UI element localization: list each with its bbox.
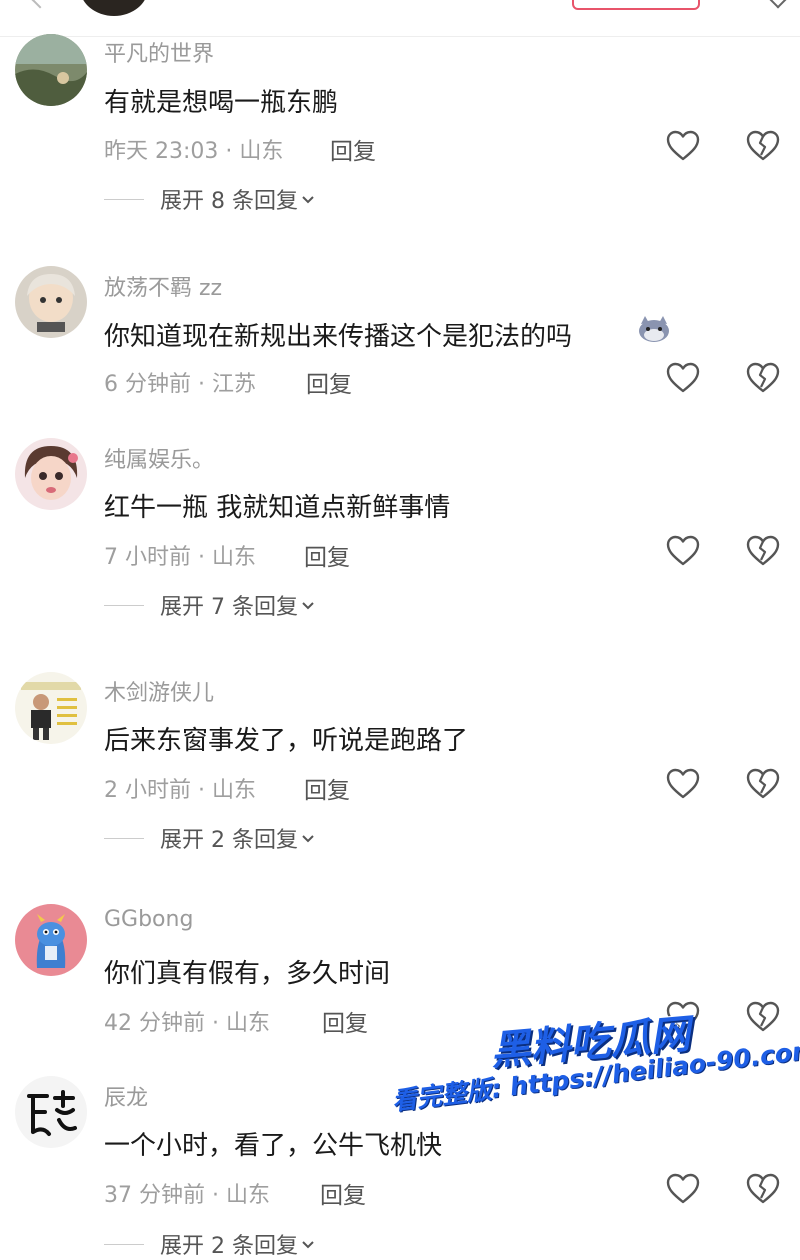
reply-button[interactable]: 回复	[322, 1004, 368, 1038]
heart-icon[interactable]	[665, 766, 701, 802]
heart-icon[interactable]	[665, 128, 701, 164]
avatar[interactable]	[15, 438, 87, 510]
avatar[interactable]	[15, 672, 87, 744]
comment-meta: 42 分钟前 · 山东	[104, 1011, 270, 1036]
comment-username[interactable]: 平凡的世界	[104, 36, 214, 68]
heart-icon[interactable]	[665, 360, 701, 396]
heart-icon[interactable]	[665, 1171, 701, 1207]
comment-username[interactable]: 木剑游侠儿	[104, 675, 214, 707]
chevron-down-icon	[302, 196, 314, 204]
comment-meta: 昨天 23:03 · 山东	[104, 139, 284, 164]
expand-replies-label: 展开 2 条回复	[160, 1234, 298, 1259]
chevron-down-icon	[302, 1241, 314, 1249]
comment-text: 有就是想喝一瓶东鹏	[104, 88, 339, 118]
comment-meta: 2 小时前 · 山东	[104, 778, 256, 803]
broken-heart-icon[interactable]	[745, 128, 781, 164]
expand-replies-button[interactable]: 展开 7 条回复	[104, 590, 316, 620]
expand-replies-label: 展开 8 条回复	[160, 189, 298, 214]
chevron-down-icon[interactable]	[769, 0, 787, 9]
avatar[interactable]	[15, 34, 87, 106]
expand-replies-button[interactable]: 展开 8 条回复	[104, 184, 316, 214]
reply-button[interactable]: 回复	[320, 1176, 366, 1210]
follow-button[interactable]	[572, 0, 700, 10]
comment-username[interactable]: 纯属娱乐。	[104, 442, 214, 474]
comment-username[interactable]: 辰龙	[104, 1080, 148, 1112]
heart-icon[interactable]	[665, 533, 701, 569]
broken-heart-icon[interactable]	[745, 533, 781, 569]
broken-heart-icon[interactable]	[745, 999, 781, 1035]
expand-replies-label: 展开 7 条回复	[160, 595, 298, 620]
comment-text: 你知道现在新规出来传播这个是犯法的吗	[104, 322, 573, 352]
broken-heart-icon[interactable]	[745, 766, 781, 802]
reply-button[interactable]: 回复	[304, 538, 350, 572]
avatar[interactable]	[15, 266, 87, 338]
broken-heart-icon[interactable]	[745, 1171, 781, 1207]
top-header	[0, 0, 800, 37]
comment-meta: 37 分钟前 · 山东	[104, 1183, 270, 1208]
avatar[interactable]	[80, 0, 148, 16]
chevron-down-icon	[302, 602, 314, 610]
back-icon[interactable]	[31, 0, 49, 9]
comment-username[interactable]: 放荡不羁 zz	[104, 270, 222, 302]
broken-heart-icon[interactable]	[745, 360, 781, 396]
cat-emoji-icon	[639, 316, 669, 342]
divider	[104, 604, 144, 606]
expand-replies-button[interactable]: 展开 2 条回复	[104, 823, 316, 853]
avatar[interactable]	[15, 904, 87, 976]
comment-text: 后来东窗事发了，听说是跑路了	[104, 726, 469, 756]
comment-text: 你们真有假有，多久时间	[104, 959, 391, 989]
expand-replies-label: 展开 2 条回复	[160, 828, 298, 853]
comment-username[interactable]: GGbong	[104, 907, 193, 932]
divider	[104, 1243, 144, 1245]
divider	[104, 837, 144, 839]
reply-button[interactable]: 回复	[306, 365, 352, 399]
comment-meta: 6 分钟前 · 江苏	[104, 372, 256, 397]
avatar[interactable]	[15, 1076, 87, 1148]
comment-text: 红牛一瓶 我就知道点新鲜事情	[104, 493, 451, 523]
comment-meta: 7 小时前 · 山东	[104, 545, 256, 570]
divider	[104, 198, 144, 200]
reply-button[interactable]: 回复	[330, 132, 376, 166]
reply-button[interactable]: 回复	[304, 771, 350, 805]
comment-text: 一个小时，看了，公牛飞机快	[104, 1131, 443, 1161]
chevron-down-icon	[302, 835, 314, 843]
expand-replies-button[interactable]: 展开 2 条回复	[104, 1229, 316, 1259]
